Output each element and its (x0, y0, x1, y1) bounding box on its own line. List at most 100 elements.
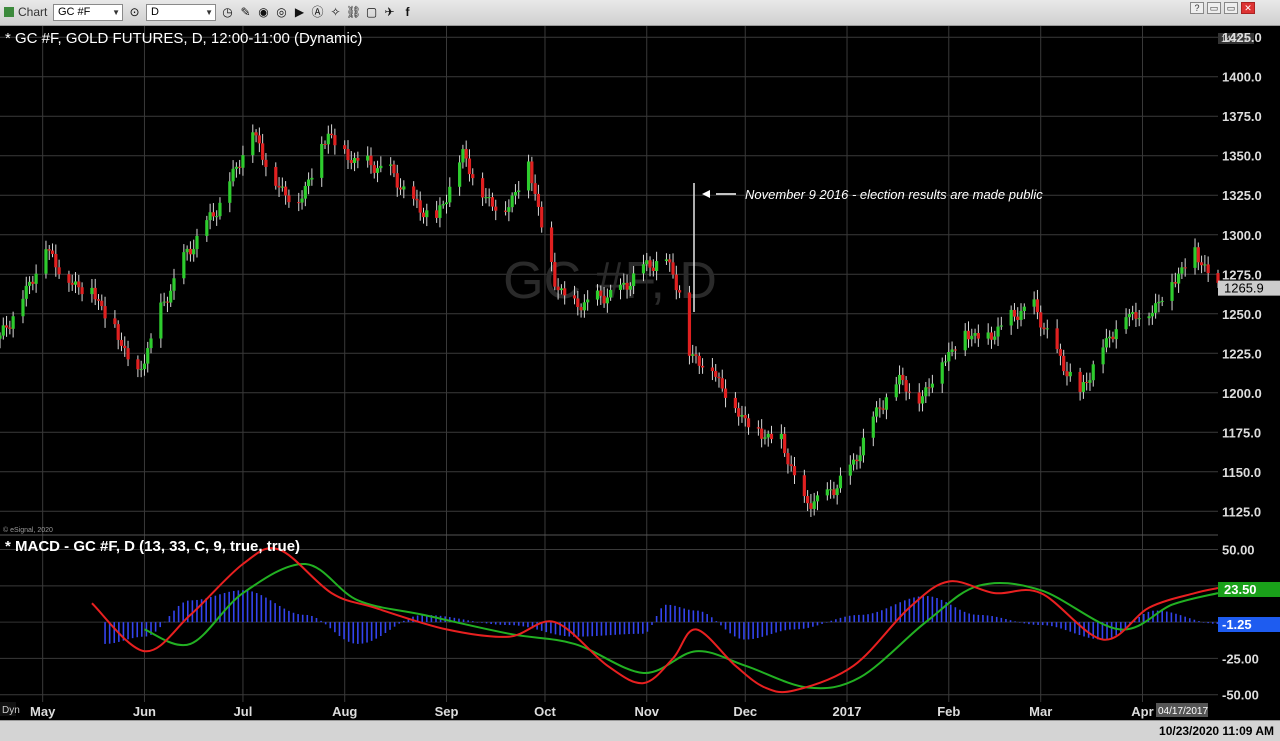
symbol-watermark: GC #F, D (503, 252, 717, 310)
histogram-bar (154, 622, 157, 632)
candle-body (234, 166, 238, 169)
chevron-down-icon[interactable]: ▼ (112, 5, 120, 20)
histogram-bar (784, 622, 787, 631)
histogram-bar (660, 608, 662, 623)
candle-body (448, 186, 452, 203)
facebook-icon[interactable]: f (400, 5, 415, 20)
date-tick-label: Feb (937, 704, 960, 719)
histogram-bar (563, 622, 566, 637)
histogram-bar (1046, 622, 1049, 626)
histogram-bar (1165, 611, 1168, 623)
minimize-button[interactable]: ▭ (1207, 2, 1221, 14)
candle-body (1193, 247, 1197, 268)
histogram-bar (655, 615, 658, 623)
histogram-bar (380, 622, 382, 636)
interval-input[interactable]: D ▼ (146, 4, 216, 21)
histogram-bar (334, 622, 336, 633)
interval-link-icon[interactable]: ⊙ (127, 5, 142, 20)
candle-body (884, 397, 889, 410)
histogram-bar (789, 622, 791, 630)
candle-body (1032, 299, 1036, 307)
histogram-bar (513, 622, 515, 626)
histogram-bar (269, 600, 272, 623)
candle-body (549, 227, 554, 262)
draw-icon[interactable]: ◎ (274, 5, 289, 20)
candle-body (398, 187, 403, 190)
histogram-bar (274, 603, 276, 623)
histogram-bar (908, 598, 911, 623)
candle-body (632, 273, 636, 286)
candle-body (697, 355, 701, 366)
histogram-bar (835, 619, 837, 623)
histogram-bar (1202, 622, 1205, 623)
candle-body (783, 433, 787, 454)
help-button[interactable]: ? (1190, 2, 1204, 14)
candle-body (8, 327, 12, 329)
candle-body (599, 290, 603, 296)
histogram-bar (1005, 619, 1007, 623)
candle-body (677, 290, 682, 293)
alert-icon[interactable]: ✧ (328, 5, 343, 20)
status-bar: 10/23/2020 11:09 AM (0, 720, 1280, 741)
candle-body (1108, 336, 1112, 339)
candle-body (996, 326, 1000, 337)
chevron-down-icon[interactable]: ▼ (205, 5, 213, 20)
candle-body (1111, 336, 1115, 340)
histogram-bar (288, 610, 290, 623)
histogram-bar (844, 616, 846, 623)
histogram-bar (527, 622, 529, 628)
histogram-bar (159, 622, 162, 628)
candle-body (812, 501, 816, 509)
macd-tick-label: 50.00 (1222, 543, 1255, 558)
price-tick-label: 1400.0 (1222, 70, 1262, 85)
histogram-bar (494, 622, 497, 625)
candle-body (70, 282, 74, 285)
chat-icon[interactable]: ▢ (364, 5, 379, 20)
close-button[interactable]: ✕ (1241, 2, 1255, 14)
twitter-icon[interactable]: ✈ (382, 5, 397, 20)
pencil-icon[interactable]: ✎ (238, 5, 253, 20)
price-tick-label: 1150.0 (1222, 465, 1261, 480)
histogram-bar (1143, 613, 1145, 623)
play-icon[interactable]: ▶ (292, 5, 307, 20)
candle-body (966, 330, 971, 340)
target-icon[interactable]: Ⓐ (310, 5, 325, 20)
histogram-bar (177, 605, 180, 623)
candle-body (556, 286, 560, 291)
cursor-icon[interactable]: ◷ (220, 5, 235, 20)
line-icon[interactable]: ◉ (256, 5, 271, 20)
histogram-bar (586, 622, 589, 637)
histogram-bar (591, 622, 594, 637)
chart-area[interactable]: GC #F, D November 9 2016 - election resu… (0, 26, 1280, 720)
histogram-bar (729, 622, 731, 634)
histogram-bar (554, 622, 557, 635)
histogram-bar (1216, 622, 1219, 624)
candle-body (241, 155, 245, 168)
link-icon[interactable]: ⛓ (346, 5, 361, 20)
maximize-button[interactable]: ▭ (1224, 2, 1238, 14)
candle-body (54, 253, 58, 268)
candle-body (1101, 347, 1105, 365)
date-tick-label: Aug (332, 704, 357, 719)
candle-body (93, 287, 97, 300)
election-annotation: November 9 2016 - election results are m… (745, 187, 1043, 202)
histogram-bar (752, 622, 754, 639)
candle-body (510, 195, 514, 208)
candle-body (595, 290, 600, 300)
histogram-bar (596, 622, 598, 636)
candle-body (618, 284, 623, 290)
histogram-bar (830, 620, 833, 623)
current-price-label: 1265.9 (1224, 281, 1264, 296)
symbol-input[interactable]: GC #F ▼ (53, 4, 123, 21)
candle-body (34, 273, 38, 284)
macd-value-label: 23.50 (1224, 582, 1257, 597)
candle-body (953, 349, 957, 351)
candle-body (986, 332, 990, 339)
candle-body (21, 298, 25, 317)
date-tick-label: Dec (733, 704, 757, 719)
candle-body (769, 433, 774, 440)
candle-body (920, 396, 925, 404)
histogram-bar (954, 607, 957, 623)
candle-body (625, 282, 629, 290)
candle-body (1173, 282, 1177, 284)
